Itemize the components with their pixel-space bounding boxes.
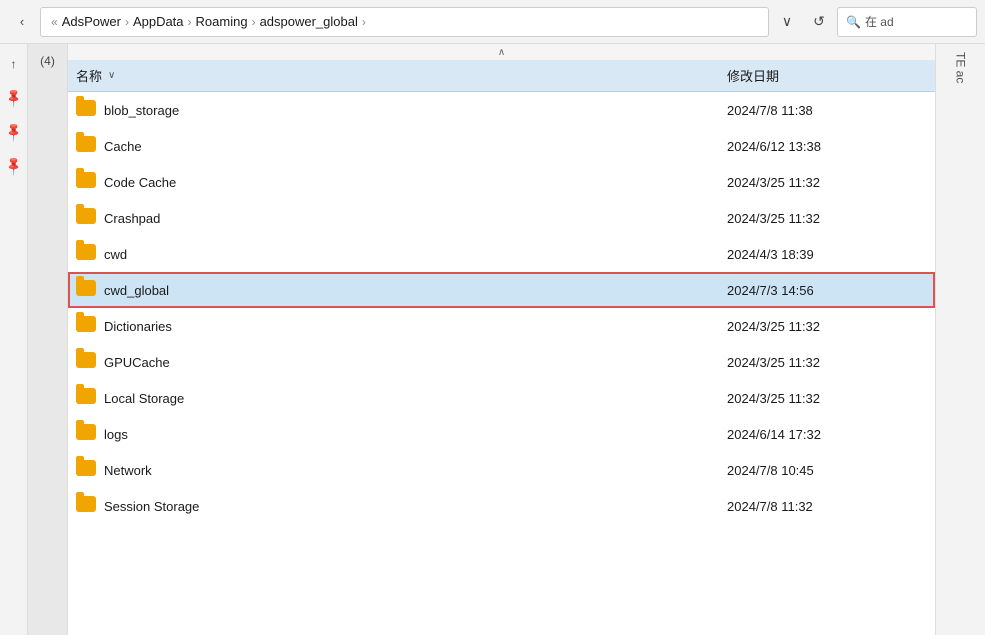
sidebar-label-panel: (4) bbox=[28, 44, 68, 635]
sort-indicator-row: ∧ bbox=[68, 44, 935, 60]
file-name: Local Storage bbox=[104, 391, 727, 406]
file-date: 2024/7/8 11:38 bbox=[727, 103, 927, 118]
file-name: cwd bbox=[104, 247, 727, 262]
breadcrumb-back-arrow: « bbox=[51, 15, 58, 29]
file-name: Crashpad bbox=[104, 211, 727, 226]
folder-icon bbox=[76, 244, 96, 264]
file-date: 2024/3/25 11:32 bbox=[727, 391, 927, 406]
file-name: Network bbox=[104, 463, 727, 478]
file-name: blob_storage bbox=[104, 103, 727, 118]
file-name: GPUCache bbox=[104, 355, 727, 370]
dropdown-button[interactable]: ∨ bbox=[773, 8, 801, 36]
right-panel: TE ac bbox=[935, 44, 985, 635]
file-area: ∧ 名称 ∨ 修改日期 blob_storage2024/7/8 11:38Ca… bbox=[68, 44, 935, 635]
table-row[interactable]: logs2024/6/14 17:32 bbox=[68, 416, 935, 452]
sort-arrow-icon: ∧ bbox=[498, 47, 505, 58]
folder-icon bbox=[76, 388, 96, 408]
search-icon: 🔍 bbox=[846, 15, 861, 29]
sidebar-count-label: (4) bbox=[40, 54, 55, 68]
file-date: 2024/6/14 17:32 bbox=[727, 427, 927, 442]
nav-buttons: ‹ bbox=[8, 8, 36, 36]
pin-up-button[interactable]: ↑ bbox=[0, 50, 28, 78]
table-row[interactable]: cwd_global2024/7/3 14:56 bbox=[68, 272, 935, 308]
right-panel-label: TE ac bbox=[954, 52, 968, 83]
file-date: 2024/7/8 10:45 bbox=[727, 463, 927, 478]
file-name: Cache bbox=[104, 139, 727, 154]
table-row[interactable]: Code Cache2024/3/25 11:32 bbox=[68, 164, 935, 200]
breadcrumb-roaming[interactable]: Roaming bbox=[196, 14, 248, 29]
col-name-header[interactable]: 名称 ∨ bbox=[76, 66, 727, 85]
table-row[interactable]: Dictionaries2024/3/25 11:32 bbox=[68, 308, 935, 344]
folder-icon bbox=[76, 208, 96, 228]
folder-icon bbox=[76, 496, 96, 516]
file-list: blob_storage2024/7/8 11:38Cache2024/6/12… bbox=[68, 92, 935, 635]
table-row[interactable]: Local Storage2024/3/25 11:32 bbox=[68, 380, 935, 416]
file-date: 2024/3/25 11:32 bbox=[727, 175, 927, 190]
table-row[interactable]: Cache2024/6/12 13:38 bbox=[68, 128, 935, 164]
table-row[interactable]: GPUCache2024/3/25 11:32 bbox=[68, 344, 935, 380]
main-layout: ↑ 📌 📌 📌 (4) ∧ 名称 ∨ 修改日期 blob_storage2024… bbox=[0, 44, 985, 635]
file-date: 2024/6/12 13:38 bbox=[727, 139, 927, 154]
breadcrumb-adspower[interactable]: AdsPower bbox=[62, 14, 121, 29]
file-date: 2024/7/8 11:32 bbox=[727, 499, 927, 514]
folder-icon bbox=[76, 280, 96, 300]
file-name: logs bbox=[104, 427, 727, 442]
table-row[interactable]: Crashpad2024/3/25 11:32 bbox=[68, 200, 935, 236]
file-date: 2024/4/3 18:39 bbox=[727, 247, 927, 262]
file-name: Code Cache bbox=[104, 175, 727, 190]
table-row[interactable]: Session Storage2024/7/8 11:32 bbox=[68, 488, 935, 524]
folder-icon bbox=[76, 460, 96, 480]
left-nav-panel: ↑ 📌 📌 📌 bbox=[0, 44, 28, 635]
col-name-sort-icon: ∨ bbox=[108, 70, 115, 81]
address-bar: ‹ « AdsPower › AppData › Roaming › adspo… bbox=[0, 0, 985, 44]
folder-icon bbox=[76, 424, 96, 444]
file-name: Session Storage bbox=[104, 499, 727, 514]
table-row[interactable]: blob_storage2024/7/8 11:38 bbox=[68, 92, 935, 128]
folder-icon bbox=[76, 100, 96, 120]
folder-icon bbox=[76, 316, 96, 336]
breadcrumb-appdata[interactable]: AppData bbox=[133, 14, 184, 29]
table-row[interactable]: Network2024/7/8 10:45 bbox=[68, 452, 935, 488]
search-text: 在 ad bbox=[865, 13, 894, 30]
file-date: 2024/7/3 14:56 bbox=[727, 283, 927, 298]
folder-icon bbox=[76, 352, 96, 372]
file-date: 2024/3/25 11:32 bbox=[727, 211, 927, 226]
refresh-button[interactable]: ↺ bbox=[805, 8, 833, 36]
file-name: Dictionaries bbox=[104, 319, 727, 334]
back-button[interactable]: ‹ bbox=[8, 8, 36, 36]
file-name: cwd_global bbox=[104, 283, 727, 298]
file-date: 2024/3/25 11:32 bbox=[727, 319, 927, 334]
folder-icon bbox=[76, 172, 96, 192]
breadcrumb-adspower-global[interactable]: adspower_global bbox=[260, 14, 358, 29]
table-header: 名称 ∨ 修改日期 bbox=[68, 60, 935, 92]
col-date-header[interactable]: 修改日期 bbox=[727, 66, 927, 85]
search-box[interactable]: 🔍 在 ad bbox=[837, 7, 977, 37]
folder-icon bbox=[76, 136, 96, 156]
table-row[interactable]: cwd2024/4/3 18:39 bbox=[68, 236, 935, 272]
breadcrumb[interactable]: « AdsPower › AppData › Roaming › adspowe… bbox=[40, 7, 769, 37]
file-date: 2024/3/25 11:32 bbox=[727, 355, 927, 370]
